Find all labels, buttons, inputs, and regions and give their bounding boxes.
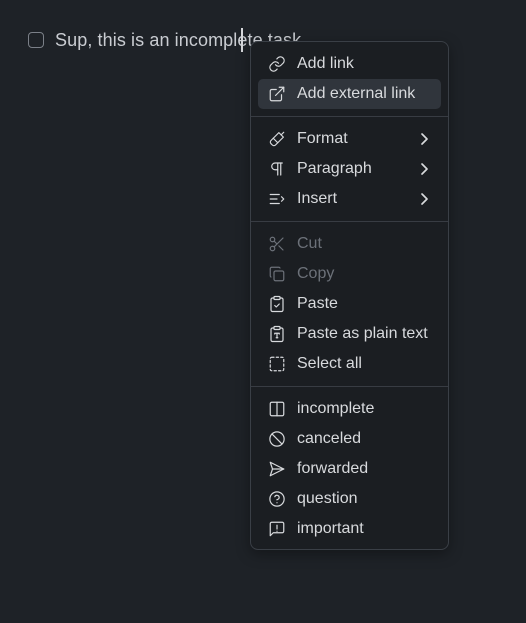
chevron-right-icon xyxy=(417,192,431,206)
menu-item-label: Format xyxy=(297,130,348,147)
menu-separator xyxy=(251,116,448,117)
menu-item-label: Add external link xyxy=(297,85,416,102)
context-menu: Add link Add external link Format Paragraph… xyxy=(250,41,449,550)
menu-item-label: Paste xyxy=(297,295,338,312)
text-cursor xyxy=(241,28,243,52)
menu-item-label: forwarded xyxy=(297,460,369,477)
menu-item-label: question xyxy=(297,490,358,507)
menu-item-label: incomplete xyxy=(297,400,375,417)
send-icon xyxy=(268,460,286,478)
menu-item-label: Copy xyxy=(297,265,335,282)
menu-item-add-external-link[interactable]: Add external link xyxy=(258,79,441,109)
pilcrow-icon xyxy=(268,160,286,178)
menu-item-label: Paste as plain text xyxy=(297,325,428,342)
menu-item-add-link[interactable]: Add link xyxy=(258,49,441,79)
menu-item-format[interactable]: Format xyxy=(258,124,441,154)
menu-item-forwarded[interactable]: forwarded xyxy=(258,454,441,484)
menu-item-important[interactable]: important xyxy=(258,514,441,544)
chevron-right-icon xyxy=(417,132,431,146)
menu-item-paste-as-plain-text[interactable]: Paste as plain text xyxy=(258,319,441,349)
menu-item-label: Add link xyxy=(297,55,354,72)
clipboard-check-icon xyxy=(268,295,286,313)
menu-item-insert[interactable]: Insert xyxy=(258,184,441,214)
scissors-icon xyxy=(268,235,286,253)
menu-item-paste[interactable]: Paste xyxy=(258,289,441,319)
menu-item-copy: Copy xyxy=(258,259,441,289)
task-checkbox[interactable] xyxy=(28,32,44,48)
copy-icon xyxy=(268,265,286,283)
link-icon xyxy=(268,55,286,73)
menu-item-paragraph[interactable]: Paragraph xyxy=(258,154,441,184)
editor-area[interactable]: Sup, this is an incomplete task Add link… xyxy=(0,0,526,623)
ban-icon xyxy=(268,430,286,448)
half-square-icon xyxy=(268,400,286,418)
menu-item-incomplete[interactable]: incomplete xyxy=(258,394,441,424)
clipboard-type-icon xyxy=(268,325,286,343)
menu-item-label: important xyxy=(297,520,364,537)
menu-item-label: Cut xyxy=(297,235,322,252)
menu-item-label: Insert xyxy=(297,190,338,207)
menu-item-canceled[interactable]: canceled xyxy=(258,424,441,454)
menu-item-select-all[interactable]: Select all xyxy=(258,349,441,379)
paintbrush-icon xyxy=(268,130,286,148)
menu-item-cut: Cut xyxy=(258,229,441,259)
chevron-right-icon xyxy=(417,162,431,176)
menu-item-label: Paragraph xyxy=(297,160,372,177)
menu-item-label: Select all xyxy=(297,355,362,372)
menu-item-question[interactable]: question xyxy=(258,484,441,514)
external-link-icon xyxy=(268,85,286,103)
menu-separator xyxy=(251,386,448,387)
question-circle-icon xyxy=(268,490,286,508)
list-plus-icon xyxy=(268,190,286,208)
alert-message-icon xyxy=(268,520,286,538)
select-all-icon xyxy=(268,355,286,373)
menu-item-label: canceled xyxy=(297,430,362,447)
menu-separator xyxy=(251,221,448,222)
